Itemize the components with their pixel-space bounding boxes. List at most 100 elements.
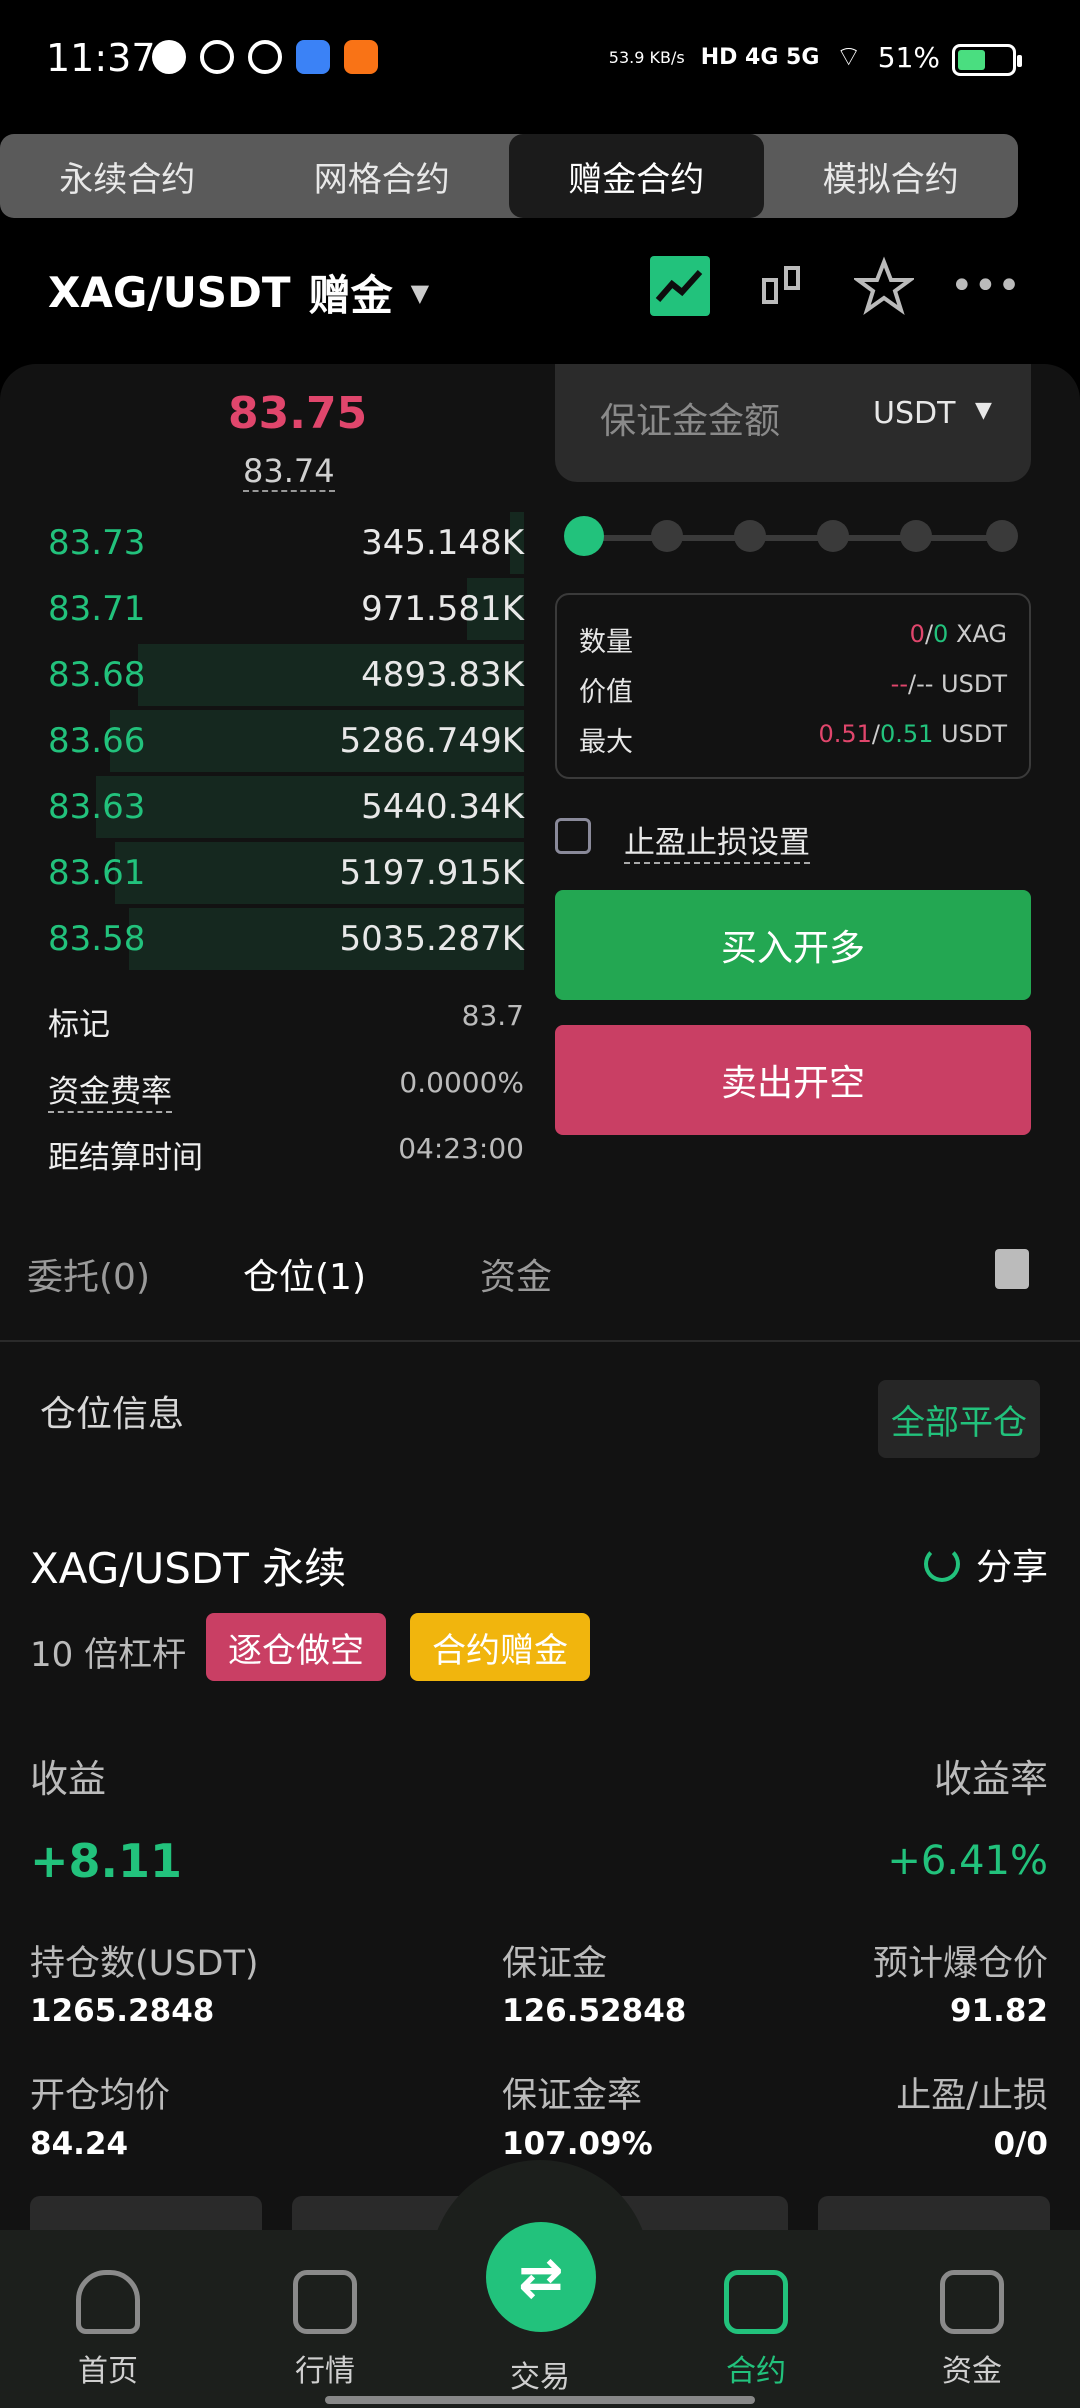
caret-down-icon: ▼	[975, 398, 992, 423]
buy-long-button[interactable]: 买入开多	[555, 890, 1031, 1000]
unit-selector[interactable]: USDT	[873, 396, 955, 431]
margin-ratio-label: 保证金率	[502, 2076, 643, 2116]
nav-trade[interactable]: ⇄	[486, 2222, 596, 2332]
caret-down-icon: ▼	[410, 278, 430, 307]
slider-stop[interactable]	[900, 520, 932, 552]
status-bar: 11:37 53.9 KB/s HD 4G 5G ⌔ 51%	[0, 0, 1080, 120]
star-icon[interactable]	[851, 256, 917, 316]
slider-handle[interactable]	[564, 516, 604, 556]
position-section-title: 仓位信息	[40, 1394, 185, 1435]
document-icon[interactable]	[995, 1249, 1029, 1289]
bid-qty: 971.581K	[361, 589, 524, 629]
share-label: 分享	[975, 1547, 1048, 1588]
leverage-label: 10 倍杠杆	[30, 1635, 187, 1675]
market-icon	[293, 2270, 357, 2334]
bid-price: 83.58	[48, 919, 146, 959]
pnl-label: 收益	[30, 1757, 107, 1801]
orderbook-row[interactable]: 83.66 5286.749K	[48, 708, 524, 774]
mark-value: 83.7	[461, 999, 524, 1032]
tab-orders[interactable]: 委托(0)	[27, 1248, 150, 1300]
slider-stop[interactable]	[817, 520, 849, 552]
pnl-value: +8.11	[30, 1834, 183, 1888]
tab-bonus[interactable]: 赠金合约	[509, 134, 764, 218]
share-icon	[923, 1546, 960, 1582]
qty-row: 数量 0/0 XAG	[579, 620, 1007, 659]
weibo-icon	[248, 40, 282, 74]
slider-stop[interactable]	[651, 520, 683, 552]
size-label: 持仓数(USDT)	[30, 1944, 259, 1984]
qty-value: 0/0 XAG	[909, 620, 1007, 648]
tab-positions[interactable]: 仓位(1)	[243, 1248, 366, 1300]
position-pair: XAG/USDT 永续	[30, 1544, 347, 1593]
status-time: 11:37	[46, 36, 156, 80]
settlement-row: 距结算时间 04:23:00	[48, 1132, 524, 1177]
orderbook-row[interactable]: 83.58 5035.287K	[48, 906, 524, 972]
tab-demo[interactable]: 模拟合约	[764, 134, 1019, 218]
bid-qty: 5035.287K	[339, 919, 524, 959]
app-icon	[296, 40, 330, 74]
wifi-icon: ⌔	[835, 40, 862, 73]
bid-qty: 5440.34K	[361, 787, 524, 827]
tpsl-value: 0/0	[993, 2126, 1048, 2162]
close-all-button[interactable]: 全部平仓	[878, 1380, 1040, 1458]
home-indicator	[325, 2396, 755, 2404]
candlestick-icon[interactable]	[752, 256, 812, 316]
pair-name: XAG/USDT	[48, 268, 291, 317]
net-speed: 53.9 KB/s	[608, 47, 685, 67]
more-icon[interactable]: •••	[950, 256, 1021, 316]
nav-home[interactable]: 首页	[38, 2230, 178, 2390]
value-label: 价值	[579, 677, 633, 708]
orderbook-row[interactable]: 83.61 5197.915K	[48, 840, 524, 906]
battery-text: 51%	[877, 41, 940, 74]
bid-price: 83.63	[48, 787, 146, 827]
tab-grid[interactable]: 网格合约	[255, 134, 510, 218]
tab-perpetual[interactable]: 永续合约	[0, 134, 255, 218]
pair-selector[interactable]: XAG/USDT 赠金 ▼	[48, 262, 429, 323]
slider-stop[interactable]	[734, 520, 766, 552]
orderbook-row[interactable]: 83.73 345.148K	[48, 510, 524, 576]
bid-price: 83.61	[48, 853, 146, 893]
bid-qty: 345.148K	[361, 523, 524, 563]
nav-trade-label: 交易	[510, 2360, 570, 2395]
status-right: 53.9 KB/s HD 4G 5G ⌔ 51%	[609, 40, 940, 75]
tab-assets[interactable]: 资金	[480, 1248, 552, 1300]
max-value: 0.51/0.51 USDT	[818, 720, 1007, 748]
margin-label: 保证金	[502, 1944, 608, 1984]
orderbook-row[interactable]: 83.68 4893.83K	[48, 642, 524, 708]
index-price[interactable]: 83.74	[243, 452, 335, 492]
margin-placeholder: 保证金金额	[600, 401, 781, 442]
orderbook-row[interactable]: 83.63 5440.34K	[48, 774, 524, 840]
wallet-icon	[940, 2270, 1004, 2334]
nav-market[interactable]: 行情	[255, 2230, 395, 2390]
home-icon	[76, 2270, 140, 2334]
bid-price: 83.68	[48, 655, 146, 695]
funding-value: 0.0000%	[399, 1066, 524, 1099]
slider-stop[interactable]	[986, 520, 1018, 552]
funding-label: 资金费率	[48, 1066, 172, 1113]
signal-icon: HD 4G 5G	[700, 45, 820, 70]
nav-assets[interactable]: 资金	[902, 2230, 1042, 2390]
value-row: 价值 --/-- USDT	[579, 670, 1007, 709]
funding-rate-row[interactable]: 资金费率 0.0000%	[48, 1066, 524, 1113]
chart-icon[interactable]	[650, 256, 710, 316]
video-icon	[344, 40, 378, 74]
orderbook-row[interactable]: 83.71 971.581K	[48, 576, 524, 642]
bid-qty: 5286.749K	[339, 721, 524, 761]
margin-value: 126.52848	[502, 1993, 687, 2029]
leverage-slider-track[interactable]	[584, 535, 1002, 541]
tpsl-checkbox[interactable]	[555, 818, 591, 854]
share-button[interactable]: 分享	[923, 1538, 1048, 1590]
nav-contract[interactable]: 合约	[686, 2230, 826, 2390]
tpsl-settings-link[interactable]: 止盈止损设置	[624, 817, 810, 864]
mark-label: 标记	[48, 1007, 110, 1043]
contract-type-tabs: 永续合约 网格合约 赠金合约 模拟合约	[0, 134, 1018, 218]
qty-label: 数量	[579, 627, 633, 658]
settle-label: 距结算时间	[48, 1140, 203, 1176]
margin-amount-input[interactable]: 保证金金额 USDT ▼	[555, 364, 1031, 482]
sell-short-button[interactable]: 卖出开空	[555, 1025, 1031, 1135]
bonus-badge: 合约赠金	[410, 1613, 590, 1681]
contract-icon	[724, 2270, 788, 2334]
liq-price-value: 91.82	[949, 1993, 1048, 2029]
last-price: 83.75	[228, 388, 368, 439]
bid-price: 83.73	[48, 523, 146, 563]
